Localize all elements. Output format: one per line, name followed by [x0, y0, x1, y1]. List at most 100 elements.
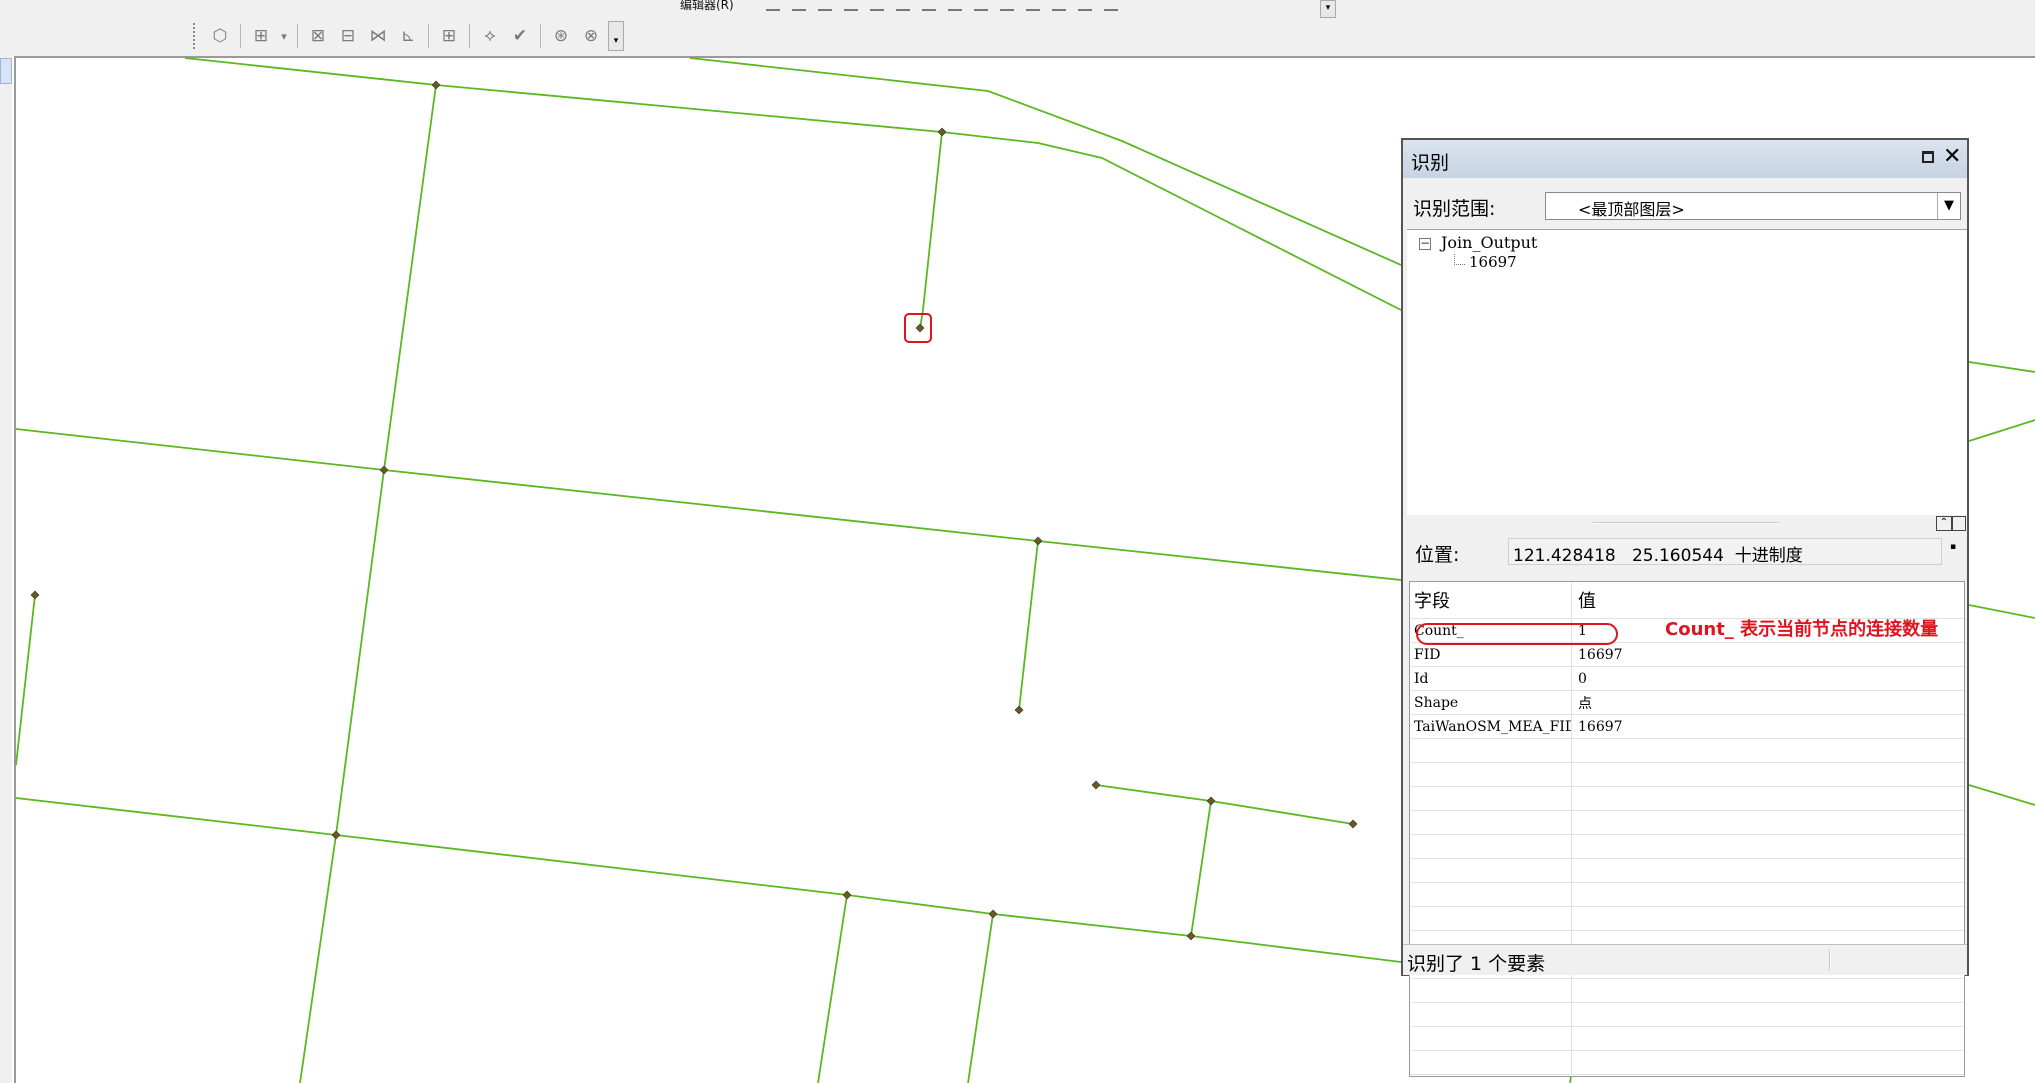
location-label: 位置: — [1415, 544, 1460, 566]
empty-grid-cell — [1571, 786, 1964, 811]
splitter-grip[interactable] — [1593, 522, 1779, 524]
empty-grid-row — [1410, 810, 1964, 835]
attribute-field: Shape — [1410, 690, 1572, 715]
empty-grid-cell — [1571, 834, 1964, 859]
identify-scope-dropdown[interactable]: <最顶部图层> ▼ — [1545, 192, 1961, 220]
road-line[interactable] — [817, 894, 848, 1083]
attribute-value: 16697 — [1571, 642, 1964, 667]
road-line[interactable] — [15, 594, 36, 766]
tree-connector — [1454, 254, 1465, 265]
attribute-row[interactable]: Id 0 — [1410, 666, 1964, 691]
attribute-row[interactable]: Shape 点 — [1410, 690, 1964, 715]
empty-grid-row — [1410, 786, 1964, 811]
empty-grid-cell — [1410, 738, 1572, 763]
empty-grid-cell — [1571, 1026, 1964, 1051]
road-line[interactable] — [1968, 784, 2035, 806]
network-node[interactable] — [937, 127, 947, 137]
road-line[interactable] — [1018, 540, 1039, 711]
selected-node-highlight — [904, 313, 932, 343]
maximize-icon[interactable] — [1922, 151, 1934, 163]
tree-feature-node[interactable]: 16697 — [1469, 253, 1517, 271]
attribute-row[interactable]: FID 16697 — [1410, 642, 1964, 667]
network-node[interactable] — [1091, 780, 1101, 790]
network-node[interactable] — [1033, 536, 1043, 546]
road-line[interactable] — [1095, 784, 1354, 825]
empty-grid-cell — [1571, 738, 1964, 763]
empty-grid-cell — [1571, 1002, 1964, 1027]
attribute-field: FID — [1410, 642, 1572, 667]
close-icon[interactable]: ✕ — [1943, 144, 1961, 170]
status-separator — [1829, 949, 1831, 971]
identify-window: 识别 ✕ 识别范围: <最顶部图层> ▼ − Join_Output 16697… — [1401, 138, 1969, 1077]
network-node[interactable] — [431, 80, 441, 90]
road-line[interactable] — [299, 84, 437, 1083]
attribute-value: 0 — [1571, 666, 1964, 691]
network-node[interactable] — [842, 890, 852, 900]
empty-grid-cell — [1571, 906, 1964, 931]
network-node[interactable] — [1014, 705, 1024, 715]
collapse-panel-icon[interactable]: ⌃ — [1936, 516, 1952, 531]
road-line[interactable] — [1968, 419, 2035, 442]
location-readout: 121.428418 25.160544 十进制度 — [1508, 538, 1942, 566]
empty-grid-row — [1410, 1050, 1964, 1075]
tree-layer-node[interactable]: Join_Output — [1441, 233, 1537, 252]
empty-grid-cell — [1410, 834, 1572, 859]
empty-grid-cell — [1571, 882, 1964, 907]
road-line[interactable] — [15, 428, 1402, 581]
attribute-value: 点 — [1571, 690, 1964, 715]
attribute-grid[interactable]: 字段 值 Count_ 1 FID 16697 Id 0 Shape 点 Tai… — [1409, 581, 1965, 1077]
road-line[interactable] — [967, 913, 994, 1083]
network-node[interactable] — [379, 465, 389, 475]
panel-splitter[interactable]: ⌃ — [1407, 515, 1967, 531]
empty-grid-row — [1410, 738, 1964, 763]
attribute-row[interactable]: TaiWanOSM_MEA_FID 16697 — [1410, 714, 1964, 739]
empty-grid-cell — [1410, 1026, 1572, 1051]
identify-status-bar: 识别了 1 个要素 — [1403, 944, 1967, 975]
empty-grid-cell — [1571, 1050, 1964, 1075]
split-view-icon[interactable] — [1952, 516, 1966, 531]
empty-grid-cell — [1410, 810, 1572, 835]
identify-result-tree[interactable]: − Join_Output 16697 — [1407, 229, 1967, 515]
identify-scope-label: 识别范围: — [1413, 198, 1496, 220]
empty-grid-row — [1410, 978, 1964, 1003]
network-node[interactable] — [1206, 796, 1216, 806]
road-line[interactable] — [1968, 361, 2035, 373]
field-column-header[interactable]: 字段 — [1410, 582, 1572, 619]
empty-grid-cell — [1410, 906, 1572, 931]
empty-grid-cell — [1571, 978, 1964, 1003]
road-line[interactable] — [1968, 604, 2035, 619]
location-menu-icon[interactable]: ▪ — [1950, 542, 1956, 552]
network-node[interactable] — [1348, 819, 1358, 829]
network-node[interactable] — [988, 909, 998, 919]
chevron-down-icon[interactable]: ▼ — [1937, 193, 1960, 219]
identify-titlebar[interactable]: 识别 ✕ — [1403, 140, 1967, 178]
location-value: 121.428418 25.160544 十进制度 — [1513, 546, 1803, 566]
attribute-field: Id — [1410, 666, 1572, 691]
identify-scope-value: <最顶部图层> — [1578, 200, 1685, 219]
network-node[interactable] — [30, 590, 40, 600]
empty-grid-cell — [1410, 762, 1572, 787]
collapse-node-icon[interactable]: − — [1419, 237, 1431, 250]
count-annotation: Count_ 表示当前节点的连接数量 — [1665, 619, 1939, 640]
road-line[interactable] — [15, 797, 1588, 1083]
empty-grid-cell — [1410, 858, 1572, 883]
empty-grid-cell — [1410, 786, 1572, 811]
empty-grid-row — [1410, 762, 1964, 787]
identify-title: 识别 — [1411, 152, 1450, 174]
road-line[interactable] — [919, 131, 943, 329]
attribute-field: Count_ — [1410, 618, 1572, 643]
network-node[interactable] — [331, 830, 341, 840]
empty-grid-row — [1410, 906, 1964, 931]
network-node[interactable] — [1186, 931, 1196, 941]
empty-grid-cell — [1410, 978, 1572, 1003]
empty-grid-cell — [1410, 1002, 1572, 1027]
network-nodes — [30, 80, 1591, 988]
empty-grid-row — [1410, 1026, 1964, 1051]
road-line[interactable] — [1190, 800, 1212, 937]
attribute-field: TaiWanOSM_MEA_FID — [1410, 714, 1572, 739]
value-column-header[interactable]: 值 — [1571, 582, 1964, 619]
empty-grid-cell — [1571, 858, 1964, 883]
road-line[interactable] — [689, 57, 1402, 266]
empty-grid-row — [1410, 834, 1964, 859]
empty-grid-cell — [1410, 882, 1572, 907]
